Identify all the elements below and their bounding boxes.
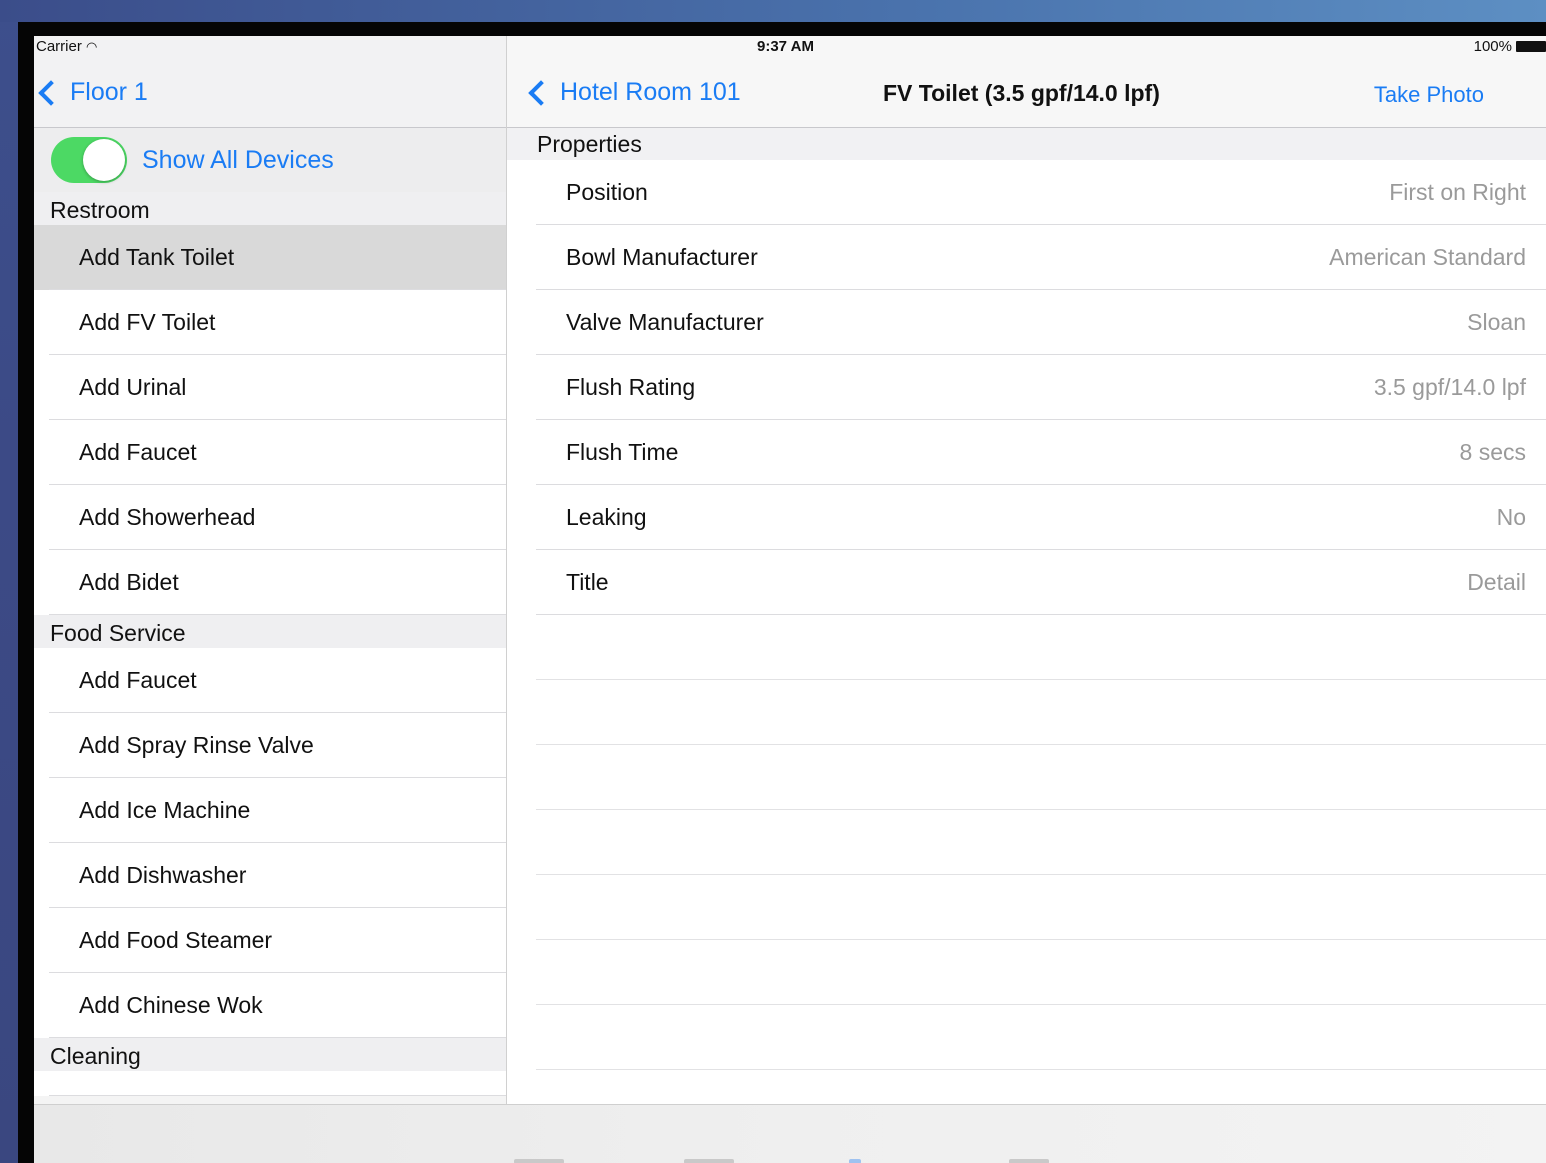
property-value: Detail [1467, 569, 1526, 595]
toolbar-item[interactable] [849, 1159, 861, 1163]
list-item[interactable]: Add FV Toilet [34, 290, 506, 355]
list-item[interactable]: Add Faucet [34, 648, 506, 713]
toggle-knob [83, 139, 125, 181]
property-value: First on Right [1389, 179, 1526, 205]
toolbar-item[interactable] [1009, 1159, 1049, 1163]
bottom-toolbar [34, 1104, 1546, 1163]
property-row[interactable]: Bowl Manufacturer American Standard [507, 225, 1546, 290]
back-button-hotel-room[interactable]: Hotel Room 101 [526, 78, 741, 107]
property-row[interactable]: Valve Manufacturer Sloan [507, 290, 1546, 355]
toolbar-item[interactable] [684, 1159, 734, 1163]
property-value: 8 secs [1459, 439, 1526, 465]
show-all-devices-toggle[interactable] [51, 137, 127, 183]
battery-icon [1516, 41, 1546, 52]
list-item[interactable]: Add Tank Toilet [34, 225, 506, 290]
list-item-cut-off[interactable] [34, 1071, 506, 1096]
chevron-left-icon [38, 79, 64, 106]
empty-row [507, 615, 1546, 680]
property-label: Title [566, 569, 609, 595]
list-item[interactable]: Add Chinese Wok [34, 973, 506, 1038]
status-time: 9:37 AM [757, 38, 814, 55]
list-item[interactable]: Add Spray Rinse Valve [34, 713, 506, 778]
empty-row [507, 745, 1546, 810]
property-label: Flush Time [566, 439, 679, 465]
list-item[interactable]: Add Ice Machine [34, 778, 506, 843]
status-bar: Carrier ◠ 9:37 AM 100% [34, 36, 1546, 58]
property-value: Sloan [1467, 309, 1526, 335]
carrier-text: Carrier [36, 38, 82, 55]
list-item[interactable]: Add Dishwasher [34, 843, 506, 908]
property-label: Flush Rating [566, 374, 696, 400]
property-label: Bowl Manufacturer [566, 244, 758, 270]
back-button-label: Floor 1 [70, 78, 148, 106]
back-button-floor[interactable]: Floor 1 [36, 78, 148, 107]
empty-row [507, 875, 1546, 940]
empty-row [507, 810, 1546, 875]
properties-list: Position First on Right Bowl Manufacturer A… [507, 160, 1546, 1070]
device-list: Restroom Add Tank Toilet Add FV Toilet Add … [34, 192, 506, 1096]
empty-row [507, 1005, 1546, 1070]
list-item[interactable]: Add Food Steamer [34, 908, 506, 973]
section-header: Food Service [34, 615, 506, 648]
show-all-devices-label: Show All Devices [142, 145, 334, 174]
property-row[interactable]: Flush Time 8 secs [507, 420, 1546, 485]
property-label: Leaking [566, 504, 647, 530]
list-item[interactable]: Add Faucet [34, 420, 506, 485]
section-header: Cleaning [34, 1038, 506, 1071]
show-all-devices-row: Show All Devices [34, 128, 506, 192]
property-label: Position [566, 179, 648, 205]
toolbar-item[interactable] [514, 1159, 564, 1163]
list-item[interactable]: Add Showerhead [34, 485, 506, 550]
property-value: American Standard [1329, 244, 1526, 270]
property-row[interactable]: Position First on Right [507, 160, 1546, 225]
detail-pane: Hotel Room 101 FV Toilet (3.5 gpf/14.0 l… [507, 36, 1546, 1163]
property-row[interactable]: Title Detail [507, 550, 1546, 615]
empty-row [507, 940, 1546, 1005]
carrier-label: Carrier ◠ [36, 38, 97, 55]
empty-row [507, 680, 1546, 745]
battery-indicator: 100% [1474, 38, 1546, 55]
background-band [0, 0, 1546, 22]
list-item[interactable]: Add Bidet [34, 550, 506, 615]
property-row[interactable]: Flush Rating 3.5 gpf/14.0 lpf [507, 355, 1546, 420]
property-value: 3.5 gpf/14.0 lpf [1373, 374, 1526, 400]
properties-section-header: Properties [507, 128, 1546, 160]
master-pane: Floor 1 Show All Devices Restroom Add Tan… [34, 36, 507, 1163]
battery-percent: 100% [1473, 38, 1512, 55]
back-button-label: Hotel Room 101 [560, 78, 741, 106]
wifi-icon: ◠ [86, 39, 98, 54]
chevron-left-icon [528, 79, 554, 106]
property-label: Valve Manufacturer [566, 309, 764, 335]
page-title: FV Toilet (3.5 gpf/14.0 lpf) [883, 80, 1160, 106]
take-photo-button[interactable]: Take Photo [1374, 82, 1484, 108]
ipad-screen: Carrier ◠ 9:37 AM 100% Floor 1 Show All … [34, 36, 1546, 1163]
section-header: Restroom [34, 192, 506, 225]
list-item[interactable]: Add Urinal [34, 355, 506, 420]
property-row[interactable]: Leaking No [507, 485, 1546, 550]
property-value: No [1496, 504, 1526, 530]
